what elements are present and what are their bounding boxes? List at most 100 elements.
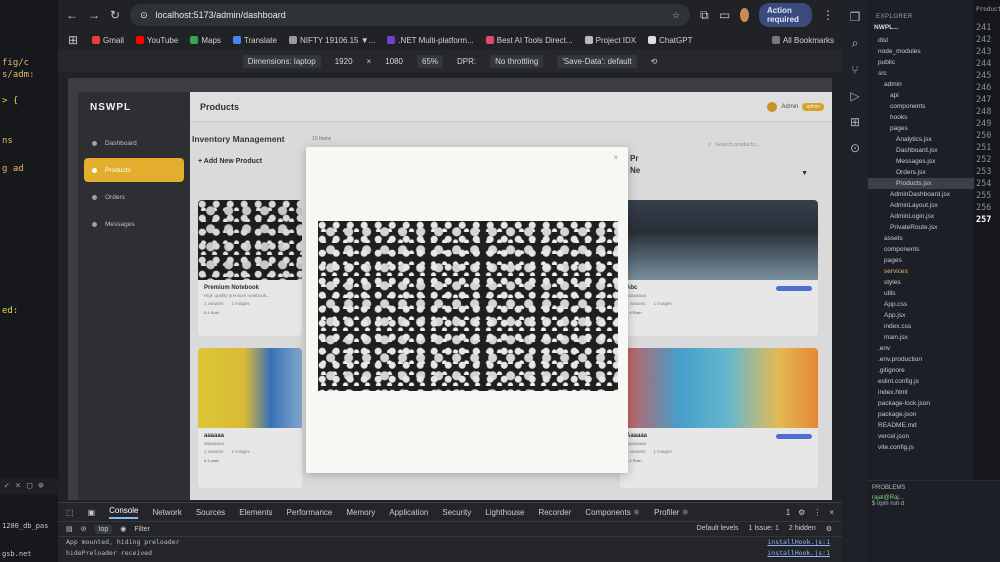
bookmark-nifty[interactable]: NIFTY 19106.15 ▼...	[288, 36, 375, 45]
sidebar-item-messages[interactable]: Messages	[84, 212, 184, 236]
search-icon[interactable]: ⌕	[852, 36, 859, 51]
file-tree-item[interactable]: hooks	[868, 112, 974, 123]
bookmark-chatgpt[interactable]: ChatGPT	[648, 36, 692, 45]
file-tree-item[interactable]: admin	[868, 79, 974, 90]
bookmark-project-idx[interactable]: Project IDX	[584, 36, 636, 45]
context-select[interactable]: top	[94, 524, 113, 534]
filter-input[interactable]: Filter	[134, 526, 150, 533]
file-tree-item[interactable]: styles	[868, 277, 974, 288]
bookmark-ai-tools[interactable]: Best AI Tools Direct...	[485, 36, 573, 45]
site-info-icon[interactable]: ⊙	[140, 10, 148, 21]
file-tree-item[interactable]: .env	[868, 343, 974, 354]
file-tree-item[interactable]: README.md	[868, 420, 974, 431]
file-tree-item[interactable]: package-lock.json	[868, 398, 974, 409]
explorer-icon[interactable]: ❐	[850, 10, 861, 24]
all-bookmarks[interactable]: All Bookmarks	[771, 36, 834, 45]
file-tree-item[interactable]: Analytics.jsx	[868, 134, 974, 145]
file-tree-item[interactable]: index.html	[868, 387, 974, 398]
sidebar-item-dashboard[interactable]: Dashboard	[84, 131, 184, 155]
sidebar-item-orders[interactable]: Orders	[84, 185, 184, 209]
inspect-icon[interactable]: ⬚	[66, 508, 74, 517]
tab-elements[interactable]: Elements	[239, 508, 272, 517]
file-tree-item[interactable]: AdminDashboard.jsx	[868, 189, 974, 200]
source-control-icon[interactable]: ⑂	[851, 63, 858, 77]
save-data-select[interactable]: 'Save-Data': default	[557, 54, 637, 68]
device-toggle-icon[interactable]: ▣	[88, 508, 96, 517]
run-debug-icon[interactable]: ▷	[850, 89, 859, 103]
file-tree-item[interactable]: eslint.config.js	[868, 376, 974, 387]
bookmark-star-icon[interactable]: ☆	[672, 10, 680, 21]
apps-grid-icon[interactable]: ⊞	[66, 33, 80, 47]
profile-avatar[interactable]	[740, 8, 749, 22]
file-tree-item[interactable]: main.jsx	[868, 332, 974, 343]
extensions-icon[interactable]: ⊞	[850, 115, 860, 129]
file-tree-item[interactable]: services	[868, 266, 974, 277]
clear-console-icon[interactable]: ⊘	[81, 525, 87, 533]
issues-link[interactable]: 1 Issue: 1	[749, 525, 779, 533]
tab-components[interactable]: Components ⚛	[585, 508, 640, 517]
file-tree-item[interactable]: components	[868, 101, 974, 112]
tab-lighthouse[interactable]: Lighthouse	[485, 508, 524, 517]
forward-icon[interactable]: →	[88, 8, 100, 22]
tab-security[interactable]: Security	[442, 508, 471, 517]
file-tree-item[interactable]: Dashboard.jsx	[868, 145, 974, 156]
address-bar[interactable]: ⊙ localhost:5173/admin/dashboard ☆	[130, 4, 691, 26]
height-input[interactable]: 1080	[385, 57, 403, 66]
file-tree-item[interactable]: Orders.jsx	[868, 167, 974, 178]
tab-recorder[interactable]: Recorder	[538, 508, 571, 517]
rotate-icon[interactable]: ⟲	[651, 57, 658, 66]
levels-select[interactable]: Default levels	[696, 525, 738, 533]
file-tree-item[interactable]: vite.config.js	[868, 442, 974, 453]
workspace-root[interactable]: NWPL...	[868, 20, 974, 31]
bookmark-maps[interactable]: Maps	[190, 36, 221, 45]
file-tree-item[interactable]: components	[868, 244, 974, 255]
tab-console[interactable]: Console	[109, 506, 139, 519]
tab-performance[interactable]: Performance	[287, 508, 333, 517]
file-tree-item[interactable]: pages	[868, 255, 974, 266]
eye-icon[interactable]: ◉	[120, 525, 126, 533]
file-tree-item[interactable]: .env.production	[868, 354, 974, 365]
source-link[interactable]: installHook.js:1	[767, 537, 830, 548]
sidepanel-icon[interactable]: ▭	[719, 8, 730, 22]
tab-application[interactable]: Application	[389, 508, 428, 517]
file-tree-item[interactable]: Messages.jsx	[868, 156, 974, 167]
file-tree-item[interactable]: index.css	[868, 321, 974, 332]
tab-profiler[interactable]: Profiler ⚛	[654, 508, 689, 517]
file-tree-item[interactable]: package.json	[868, 409, 974, 420]
issue-count-badge[interactable]: 1	[786, 508, 790, 517]
problems-tab[interactable]: PROBLEMS	[872, 485, 996, 491]
tab-sources[interactable]: Sources	[196, 508, 225, 517]
sidebar-item-products[interactable]: Products	[84, 158, 184, 182]
remote-icon[interactable]: ⊙	[850, 141, 860, 155]
reload-icon[interactable]: ↻	[110, 8, 120, 22]
file-tree-item[interactable]: dist	[868, 35, 974, 46]
menu-icon[interactable]: ⋮	[822, 8, 834, 22]
tab-memory[interactable]: Memory	[346, 508, 375, 517]
file-tree-item[interactable]: .gitignore	[868, 365, 974, 376]
bookmark-dotnet[interactable]: .NET Multi-platform...	[387, 36, 474, 45]
throttle-select[interactable]: No throttling	[490, 54, 544, 68]
file-tree-item[interactable]: Products.jsx	[868, 178, 974, 189]
tab-network[interactable]: Network	[152, 508, 181, 517]
editor-tab[interactable]: Products.jsx	[974, 0, 1000, 22]
file-tree-item[interactable]: assets	[868, 233, 974, 244]
dimensions-select[interactable]: Dimensions: laptop	[242, 54, 321, 68]
source-link[interactable]: installHook.js:1	[767, 548, 830, 559]
close-devtools-icon[interactable]: ×	[829, 508, 834, 517]
console-settings-icon[interactable]: ⚙	[826, 525, 832, 533]
extensions-icon[interactable]: ⧉	[700, 8, 709, 23]
file-tree-item[interactable]: public	[868, 57, 974, 68]
file-tree-item[interactable]: utils	[868, 288, 974, 299]
more-icon[interactable]: ⋮	[813, 508, 821, 517]
file-tree-item[interactable]: api	[868, 90, 974, 101]
width-input[interactable]: 1920	[335, 57, 353, 66]
back-icon[interactable]: ←	[66, 8, 78, 22]
file-tree-item[interactable]: AdminLayout.jsx	[868, 200, 974, 211]
close-icon[interactable]: ×	[613, 153, 618, 162]
action-required-button[interactable]: Action required	[758, 3, 812, 27]
settings-icon[interactable]: ⚙	[798, 508, 805, 517]
bookmark-gmail[interactable]: Gmail	[92, 36, 124, 45]
file-tree-item[interactable]: vercel.json	[868, 431, 974, 442]
zoom-select[interactable]: 65%	[417, 54, 444, 68]
file-tree-item[interactable]: node_modules	[868, 46, 974, 57]
